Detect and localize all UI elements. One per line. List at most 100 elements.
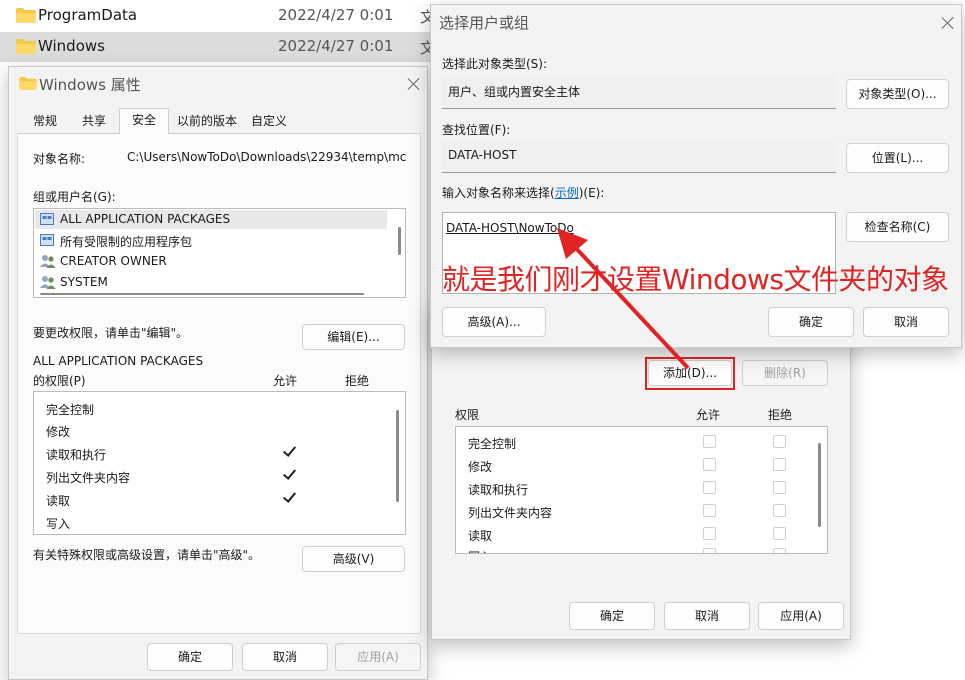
object-name-label-text: 输入对象名称来选择(: [442, 186, 555, 200]
remove-button[interactable]: 删除(R): [742, 360, 828, 386]
tab-customize[interactable]: 自定义: [245, 110, 293, 134]
location-label: 查找位置(F):: [442, 123, 511, 137]
folder-icon: [16, 39, 36, 54]
permission-name: 读取和执行: [468, 483, 529, 497]
allow-checkbox[interactable]: [703, 504, 716, 517]
permission-name: 读取和执行: [46, 448, 107, 462]
ok-button[interactable]: 确定: [147, 643, 233, 671]
object-type-value: 用户、组或内置安全主体: [448, 85, 581, 99]
location-field: DATA-HOST: [442, 141, 836, 173]
examples-link[interactable]: 示例: [555, 186, 579, 200]
annotation-text: 就是我们刚才设置Windows文件夹的对象: [442, 263, 949, 296]
apply-button[interactable]: 应用(A): [758, 602, 844, 630]
permission-name: 修改: [46, 425, 71, 439]
ok-button[interactable]: 确定: [569, 602, 655, 630]
deny-checkbox[interactable]: [773, 527, 786, 540]
deny-checkbox[interactable]: [773, 548, 786, 553]
close-icon[interactable]: [407, 77, 421, 91]
allow-checkbox[interactable]: [703, 527, 716, 540]
explorer-row-name: Windows: [38, 37, 105, 55]
package-icon: [40, 213, 54, 225]
tab-bar: 常规 共享 安全 以前的版本 自定义: [17, 108, 421, 134]
group-name: ALL APPLICATION PACKAGES: [60, 212, 231, 226]
permission-name: 完全控制: [468, 437, 517, 451]
close-icon[interactable]: [941, 16, 955, 30]
object-types-button[interactable]: 对象类型(O)...: [846, 79, 949, 109]
explorer-row-programdata[interactable]: ProgramData 2022/4/27 0:01 文: [0, 1, 435, 31]
permissions-list: 完全控制 修改 读取和执行 列出文件夹内容 读取 写入: [33, 391, 406, 535]
allow-checkbox[interactable]: [703, 435, 716, 448]
object-name-label-suffix: )(E):: [578, 186, 605, 200]
perm-for-label-2: 的权限(P): [33, 374, 86, 388]
deny-column-header: 拒绝: [768, 408, 793, 422]
apply-button[interactable]: 应用(A): [335, 643, 421, 671]
group-list-label: 组或用户名(G):: [33, 190, 116, 204]
permission-name: 读取: [468, 529, 493, 543]
tab-previous-versions[interactable]: 以前的版本: [169, 110, 245, 134]
horizontal-scrollbar[interactable]: [40, 293, 364, 295]
explorer-row-date: 2022/4/27 0:01: [278, 6, 394, 24]
permission-header: 权限: [455, 408, 480, 422]
cancel-button[interactable]: 取消: [242, 643, 328, 671]
vertical-scrollbar[interactable]: [398, 227, 401, 255]
tab-sharing[interactable]: 共享: [69, 110, 119, 134]
cancel-button[interactable]: 取消: [863, 307, 949, 337]
permission-name: 完全控制: [46, 403, 95, 417]
permission-name: 写入: [468, 548, 492, 553]
package-icon: [40, 234, 54, 246]
tab-security[interactable]: 安全: [119, 108, 169, 134]
permission-name: 列出文件夹内容: [46, 471, 131, 485]
permissions-dialog: 添加(D)... 删除(R) 权限 允许 拒绝 完全控制 修改 读取和执行 列出…: [431, 300, 851, 640]
advanced-button[interactable]: 高级(V): [302, 546, 405, 572]
cancel-button[interactable]: 取消: [664, 602, 750, 630]
group-list[interactable]: ALL APPLICATION PACKAGES 所有受限制的应用程序包 CRE…: [33, 208, 406, 298]
users-icon: [40, 276, 56, 289]
group-name: SYSTEM: [60, 275, 108, 289]
permission-name: 读取: [46, 494, 71, 508]
allow-checkbox[interactable]: [703, 548, 716, 553]
allow-check-icon: [282, 444, 296, 458]
edit-button[interactable]: 编辑(E)...: [302, 324, 405, 350]
deny-checkbox[interactable]: [773, 504, 786, 517]
permissions-list: 完全控制 修改 读取和执行 列出文件夹内容 读取 写入: [455, 426, 828, 554]
change-hint: 要更改权限，请单击"编辑"。: [33, 326, 189, 340]
deny-checkbox[interactable]: [773, 435, 786, 448]
vertical-scrollbar[interactable]: [396, 410, 399, 502]
check-names-button[interactable]: 检查名称(C): [846, 212, 949, 242]
dialog-title: 选择用户或组: [439, 14, 530, 32]
location-value: DATA-HOST: [448, 148, 517, 162]
group-name: CREATOR OWNER: [60, 254, 167, 268]
folder-icon: [16, 8, 36, 23]
permission-name: 写入: [46, 517, 71, 531]
explorer-row-windows[interactable]: Windows 2022/4/27 0:01 文: [0, 32, 435, 62]
properties-window: Windows 属性 常规 共享 安全 以前的版本 自定义 对象名称: C:\U…: [8, 66, 428, 680]
permission-name: 列出文件夹内容: [468, 506, 553, 520]
object-type-field: 用户、组或内置安全主体: [442, 75, 836, 109]
folder-icon: [19, 77, 37, 90]
advanced-button[interactable]: 高级(A)...: [442, 307, 546, 337]
ok-button[interactable]: 确定: [768, 307, 854, 337]
allow-checkbox[interactable]: [703, 481, 716, 494]
allow-column-header: 允许: [273, 374, 298, 388]
locations-button[interactable]: 位置(L)...: [846, 143, 949, 173]
deny-checkbox[interactable]: [773, 481, 786, 494]
advanced-hint: 有关特殊权限或高级设置，请单击"高级"。: [33, 548, 261, 562]
tab-general[interactable]: 常规: [21, 110, 69, 134]
object-name-value: C:\Users\NowToDo\Downloads\22934\temp\mc: [127, 150, 407, 164]
allow-column-header: 允许: [696, 408, 721, 422]
permission-name: 修改: [468, 460, 493, 474]
vertical-scrollbar[interactable]: [818, 443, 821, 527]
allow-check-icon: [282, 490, 296, 504]
group-name: 所有受限制的应用程序包: [60, 235, 193, 249]
allow-checkbox[interactable]: [703, 458, 716, 471]
deny-column-header: 拒绝: [345, 374, 370, 388]
object-name-label: 输入对象名称来选择(示例)(E):: [442, 184, 604, 201]
add-button-highlight: [645, 357, 735, 390]
object-name-value: DATA-HOST\NowToDo: [446, 221, 574, 235]
object-type-label: 选择此对象类型(S):: [442, 57, 548, 71]
perm-for-label: ALL APPLICATION PACKAGES: [33, 354, 204, 368]
explorer-row-date: 2022/4/27 0:01: [278, 37, 394, 55]
allow-check-icon: [282, 467, 296, 481]
object-name-label: 对象名称:: [33, 152, 86, 166]
deny-checkbox[interactable]: [773, 458, 786, 471]
